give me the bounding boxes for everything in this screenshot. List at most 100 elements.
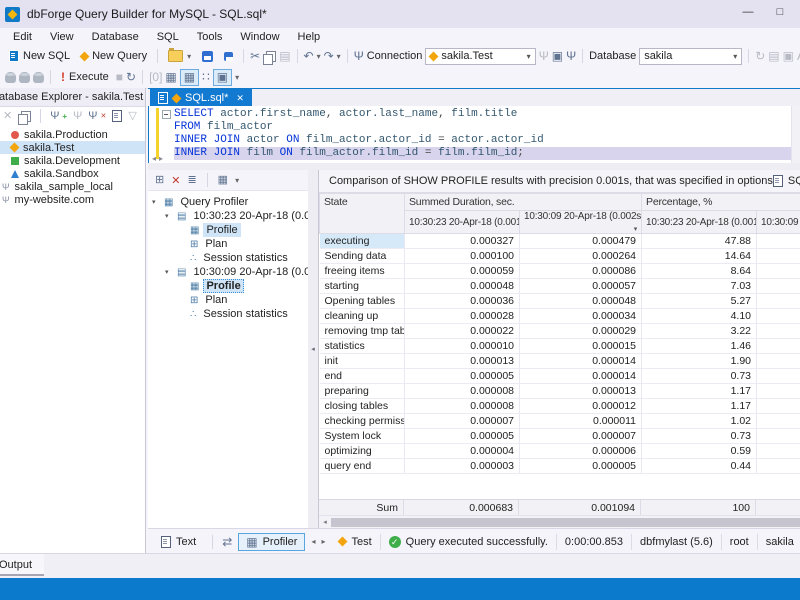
open-button[interactable]: ▾ <box>164 49 195 63</box>
tab-sql-document[interactable]: SQL.sql* ✕ <box>150 89 252 107</box>
layout-icon[interactable]: ▣ <box>783 50 794 62</box>
stop-icon[interactable]: ■ <box>116 71 123 83</box>
profile-row[interactable]: Opening tables0.0000360.0000485.27 <box>320 294 800 309</box>
menu-item-view[interactable]: View <box>41 29 83 45</box>
new-query-button[interactable]: New Query <box>77 49 151 63</box>
menu-item-sql[interactable]: SQL <box>148 29 188 45</box>
menu-item-edit[interactable]: Edit <box>4 29 41 45</box>
filter-icon[interactable]: ▽ <box>128 110 136 122</box>
execute-button[interactable]: ! Execute <box>57 69 113 85</box>
profiler-node[interactable]: ⊞Plan <box>148 237 308 251</box>
profile-row[interactable]: closing tables0.0000080.0000121.17 <box>320 399 800 414</box>
column-header-state[interactable]: State <box>320 194 405 234</box>
compare-icon[interactable]: ▦ <box>218 174 228 186</box>
profile-row[interactable]: Sending data0.0001000.00026414.64 <box>320 249 800 264</box>
profiler-node[interactable]: ∴Session statistics <box>148 307 308 321</box>
profile-row[interactable]: removing tmp table0.0000220.0000293.22 <box>320 324 800 339</box>
column-header-snapshot[interactable]: 10:30:23 20-Apr-18 (0.001s) <box>405 211 520 234</box>
connection-plug-icon[interactable]: Ψ <box>354 50 364 62</box>
cut-icon[interactable]: ✂ <box>250 50 260 62</box>
profiler-node[interactable]: ∴Session statistics <box>148 251 308 265</box>
vertical-splitter[interactable]: ◂ <box>308 170 318 528</box>
close-icon[interactable]: ✕ <box>236 93 244 104</box>
toolbar-overflow-icon[interactable]: ▾ <box>235 73 239 82</box>
full-layout-toggle[interactable]: ▣ <box>213 69 232 86</box>
menu-item-database[interactable]: Database <box>83 29 148 45</box>
open-dropdown-icon[interactable]: ▾ <box>187 52 191 61</box>
profile-row[interactable]: end0.0000050.0000140.73 <box>320 369 800 384</box>
compare-dropdown-icon[interactable]: ▾ <box>235 176 239 185</box>
maximize-button[interactable]: □ <box>772 6 788 18</box>
minimize-button[interactable]: — <box>740 6 756 18</box>
swap-icon[interactable]: ⇄ <box>222 536 232 548</box>
sql-query-link[interactable]: SQL Qu <box>773 175 800 187</box>
expander-icon[interactable]: ▾ <box>165 268 173 276</box>
disconnect-icon[interactable]: Ψ <box>539 50 549 62</box>
kill-connection-icon[interactable]: Ψ <box>566 50 576 62</box>
redo-icon[interactable]: ↷ <box>324 50 334 62</box>
undo-icon[interactable]: ↶ <box>304 50 314 62</box>
scroll-left-icon[interactable]: ◂ <box>319 518 331 526</box>
profiler-node[interactable]: ▦Profile <box>148 223 308 237</box>
sql-editor[interactable]: SELECT actor.first_name, actor.last_name… <box>148 106 800 163</box>
collapse-arrow-icon[interactable]: ◂ <box>311 346 315 353</box>
fold-marker-icon[interactable] <box>162 110 171 119</box>
connection-item[interactable]: Ψsakila_sample_local <box>0 180 145 193</box>
profile-row[interactable]: executing0.0003270.00047947.88 <box>320 234 800 249</box>
profiler-node[interactable]: ▾▦Query Profiler <box>148 195 308 209</box>
database-select[interactable]: sakila ▾ <box>639 48 742 65</box>
new-connection-icon[interactable]: Ψ <box>50 110 59 122</box>
profiler-node[interactable]: ▾▤10:30:09 20-Apr-18 (0.002s) <box>148 265 308 279</box>
menu-item-window[interactable]: Window <box>231 29 288 45</box>
query-profiler-toggle[interactable]: ▦ <box>180 69 199 86</box>
profile-row[interactable]: statistics0.0000100.0000151.46 <box>320 339 800 354</box>
refresh-icon[interactable]: ↻ <box>755 50 765 62</box>
menu-item-help[interactable]: Help <box>289 29 330 45</box>
tab-output[interactable]: Output <box>0 554 44 576</box>
document-icon[interactable] <box>112 110 122 122</box>
sort-dropdown-icon[interactable]: ▾ <box>634 225 637 233</box>
undo-dropdown-icon[interactable]: ▾ <box>317 52 321 61</box>
connection-item[interactable]: Ψmy-website.com <box>0 193 145 206</box>
profile-row[interactable]: cleaning up0.0000280.0000344.10 <box>320 309 800 324</box>
code-line[interactable]: SELECT actor.first_name, actor.last_name… <box>174 108 792 121</box>
history-icon[interactable]: ↻ <box>126 71 136 83</box>
profile-row[interactable]: init0.0000130.0000141.90 <box>320 354 800 369</box>
duplicate-icon[interactable] <box>21 111 31 122</box>
profile-row[interactable]: freeing items0.0000590.0000868.64 <box>320 264 800 279</box>
save-all-button[interactable] <box>220 51 237 62</box>
copy-icon[interactable] <box>266 51 276 62</box>
profile-row[interactable]: checking permissions0.0000070.0000111.02 <box>320 414 800 429</box>
editor-hscroll-arrows[interactable]: ◂▸ <box>152 154 166 163</box>
paste-icon[interactable]: ▤ <box>279 50 290 62</box>
tab-text[interactable]: Text <box>154 534 203 550</box>
tab-profiler[interactable]: ▦ Profiler <box>238 533 305 551</box>
code-line[interactable]: INNER JOIN actor ON film_actor.actor_id … <box>174 134 792 147</box>
profile-row[interactable]: starting0.0000480.0000577.03 <box>320 279 800 294</box>
column-header-snapshot[interactable]: 10:30:09 20-Apr-18 (0.002s)▾ <box>520 211 642 234</box>
profiler-node[interactable]: ▦Profile <box>148 279 308 293</box>
database-script-icon[interactable] <box>19 72 30 83</box>
connect-icon[interactable]: Ψ <box>73 110 82 122</box>
profile-row[interactable]: optimizing0.0000040.0000060.59 <box>320 444 800 459</box>
connection-item[interactable]: sakila.Production <box>0 128 145 141</box>
delete-result-icon[interactable]: ✕ <box>171 174 180 187</box>
editor-scrollbar[interactable] <box>791 106 800 163</box>
code-line[interactable]: FROM film_actor <box>174 121 792 134</box>
column-header-snapshot[interactable]: 10:30:09 20- <box>757 211 800 234</box>
taskbar[interactable] <box>0 578 800 600</box>
next-tab-icon[interactable]: ▸ <box>321 537 325 546</box>
prev-tab-icon[interactable]: ◂ <box>311 537 315 546</box>
connection-item[interactable]: sakila.Sandbox <box>0 167 145 180</box>
save-button[interactable] <box>198 50 217 63</box>
horizontal-splitter[interactable] <box>148 163 800 170</box>
code-line[interactable]: INNER JOIN film ON film_actor.film_id = … <box>174 147 792 160</box>
profile-row[interactable]: preparing0.0000080.0000131.17 <box>320 384 800 399</box>
profiling-icon[interactable]: ▦ <box>165 71 176 83</box>
connection-select[interactable]: sakila.Test ▾ <box>425 48 535 65</box>
scroll-thumb[interactable] <box>331 518 800 527</box>
connection-item[interactable]: sakila.Development <box>0 154 145 167</box>
expander-icon[interactable]: ▾ <box>152 198 160 206</box>
profile-row[interactable]: System lock0.0000050.0000070.73 <box>320 429 800 444</box>
column-group-header[interactable]: Percentage, % <box>642 194 800 211</box>
